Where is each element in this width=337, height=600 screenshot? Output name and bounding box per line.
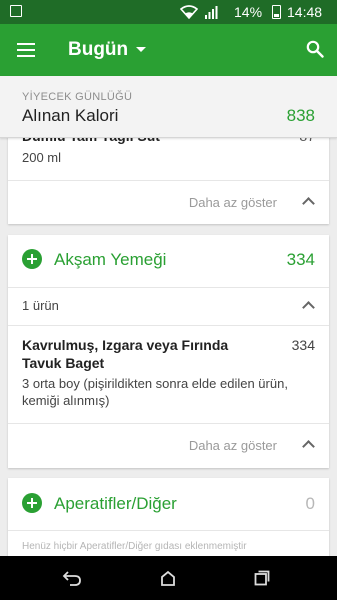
show-less-link[interactable]: Daha az göster (189, 438, 277, 453)
clock: 14:48 (287, 4, 323, 20)
divider (8, 287, 329, 288)
notification-icon (10, 5, 22, 17)
chevron-up-icon[interactable] (302, 301, 315, 314)
food-serving: 3 orta boy (pişirildikten sonra elde edi… (22, 376, 288, 408)
meal-title[interactable]: Akşam Yemeği (54, 250, 166, 270)
wifi-icon (180, 5, 198, 19)
meal-title[interactable]: Aperatifler/Diğer (54, 494, 177, 514)
diary-header: YİYECEK GÜNLÜĞÜ Alınan Kalori 838 (0, 76, 337, 138)
meal-card-snacks: Aperatifler/Diğer 0 Henüz hiçbir Aperati… (8, 478, 329, 558)
calories-value: 838 (286, 106, 315, 125)
add-food-icon[interactable] (22, 249, 42, 269)
show-less-link[interactable]: Daha az göster (189, 195, 277, 210)
caret-down-icon[interactable] (136, 47, 146, 52)
recent-apps-icon[interactable] (254, 570, 270, 586)
divider (8, 180, 329, 181)
calories-label: Alınan Kalori (22, 106, 119, 125)
meal-calories: 334 (286, 250, 315, 269)
chevron-up-icon[interactable] (302, 197, 315, 210)
item-count: 1 ürün (22, 298, 59, 313)
battery-percent: 14% (234, 4, 263, 20)
signal-icon (205, 6, 218, 19)
empty-note: Henüz hiçbir Aperatifler/Diğer gıdası ek… (22, 541, 247, 552)
divider (8, 325, 329, 326)
date-selector[interactable]: Bugün (68, 39, 128, 61)
add-food-icon[interactable] (22, 493, 42, 513)
meal-calories: 0 (305, 494, 315, 513)
food-calories: 334 (291, 337, 315, 353)
battery-icon (272, 5, 281, 19)
divider (8, 423, 329, 424)
chevron-up-icon[interactable] (302, 440, 315, 453)
meal-card-dinner: Akşam Yemeği 334 1 ürün Kavrulmuş, Izgar… (8, 235, 329, 468)
app-bar: Bugün (0, 24, 337, 76)
divider (8, 530, 329, 531)
home-icon[interactable] (160, 570, 176, 586)
menu-icon[interactable] (17, 43, 35, 57)
back-icon[interactable] (62, 570, 82, 586)
food-name[interactable]: Kavrulmuş, Izgara veya Fırında Tavuk Bag… (22, 336, 262, 372)
search-icon[interactable] (306, 40, 324, 58)
food-serving: 200 ml (22, 150, 62, 165)
status-bar: 14% 14:48 (0, 0, 337, 24)
navigation-bar (0, 556, 337, 600)
diary-overline: YİYECEK GÜNLÜĞÜ (22, 91, 133, 103)
